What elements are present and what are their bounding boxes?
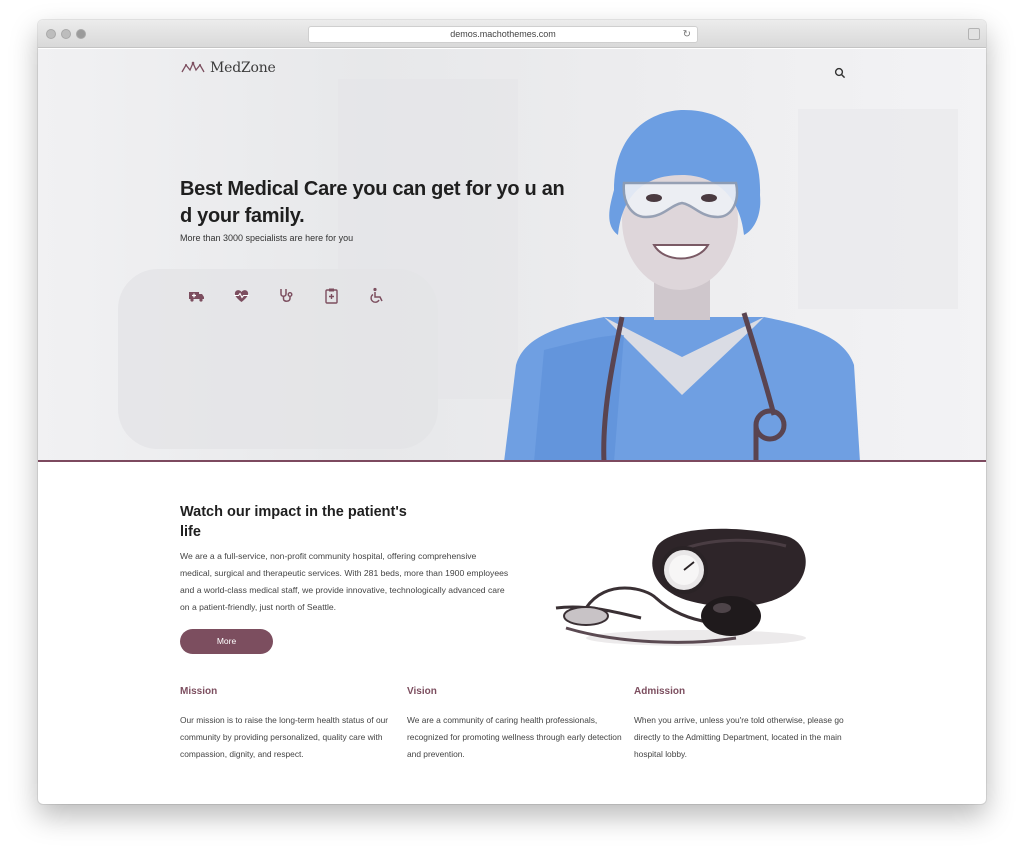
clipboard-icon[interactable] (323, 287, 340, 304)
blood-pressure-monitor-image (555, 528, 806, 646)
close-window-button[interactable] (46, 29, 56, 39)
hero-background-shape (338, 79, 518, 399)
address-bar[interactable]: demos.machothemes.com ↻ (308, 26, 698, 43)
vision-text: We are a community of caring health prof… (407, 715, 622, 759)
logo-text: MedZone (210, 60, 276, 76)
mission-title: Mission (180, 686, 218, 697)
browser-window: demos.machothemes.com ↻ MedZone Best Med… (38, 20, 986, 804)
impact-description: We are a a full-service, non-profit comm… (180, 551, 509, 612)
address-bar-url: demos.machothemes.com (450, 29, 556, 39)
search-icon[interactable] (834, 67, 846, 79)
hero-subtitle: More than 3000 specialists are here for … (180, 233, 354, 243)
browser-toolbar: demos.machothemes.com ↻ (38, 20, 986, 48)
stethoscope-icon[interactable] (278, 287, 295, 304)
crown-logo-icon (181, 61, 205, 73)
reload-icon[interactable]: ↻ (683, 27, 691, 42)
doctor-hero-image (504, 110, 860, 462)
admission-column: Admission When you arrive, unless you're… (634, 686, 849, 763)
mission-column: Mission Our mission is to raise the long… (180, 686, 395, 763)
hero-service-icons (188, 287, 385, 304)
more-button[interactable]: More (180, 629, 273, 654)
vision-column: Vision We are a community of caring heal… (407, 686, 622, 763)
hero-divider (38, 460, 986, 462)
site-logo[interactable]: MedZone (180, 60, 276, 76)
admission-title: Admission (634, 686, 686, 697)
new-tab-button[interactable] (968, 28, 980, 40)
maximize-window-button[interactable] (76, 29, 86, 39)
minimize-window-button[interactable] (61, 29, 71, 39)
wheelchair-icon[interactable] (368, 287, 385, 304)
mission-text: Our mission is to raise the long-term he… (180, 715, 389, 759)
ambulance-icon[interactable] (188, 287, 205, 304)
impact-title: Watch our impact in the patient's life (180, 504, 407, 540)
vision-title: Vision (407, 686, 437, 697)
admission-text: When you arrive, unless you're told othe… (634, 715, 844, 759)
heartbeat-icon[interactable] (233, 287, 250, 304)
